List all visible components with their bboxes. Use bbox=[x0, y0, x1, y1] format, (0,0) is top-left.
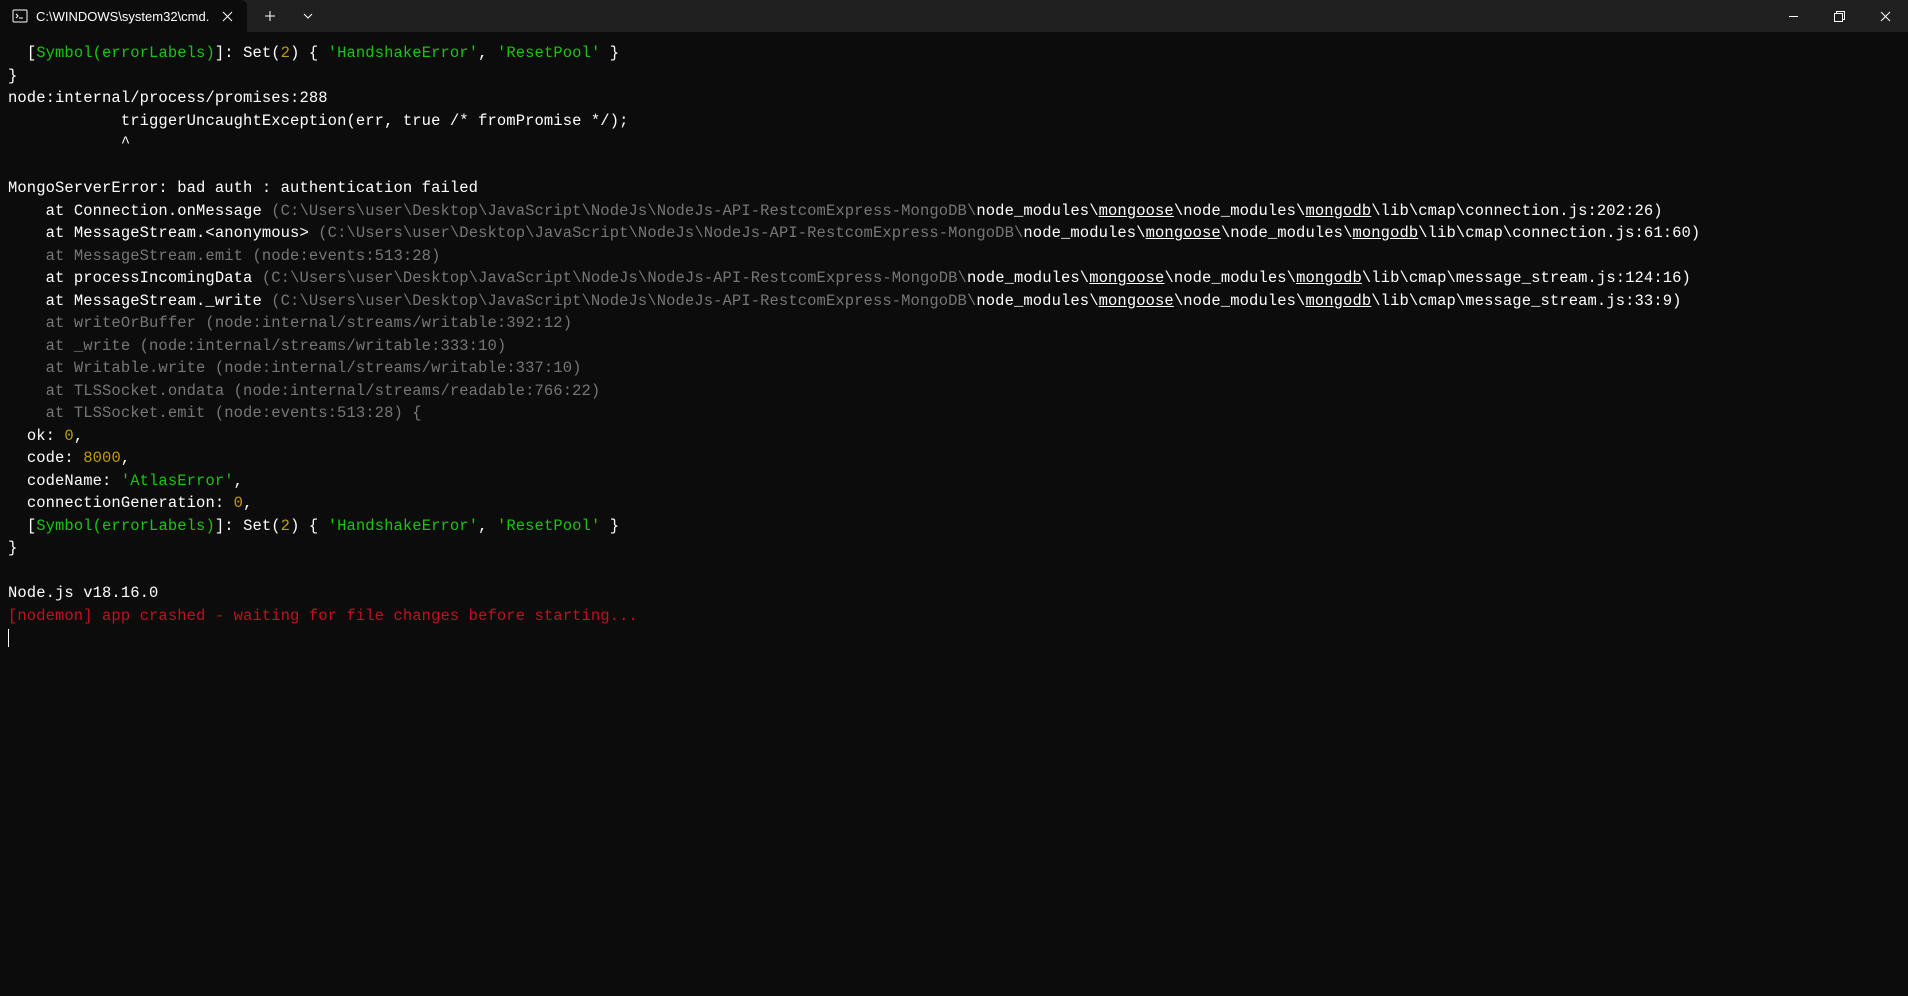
stack-line-dim: at writeOrBuffer (node:internal/streams/… bbox=[8, 314, 572, 332]
path-link: mongodb bbox=[1352, 224, 1418, 242]
path-link: mongoose bbox=[1099, 292, 1174, 310]
stack-at: at processIncomingData bbox=[8, 269, 262, 287]
stack-line-dim: at TLSSocket.emit (node:events:513:28) { bbox=[8, 404, 422, 422]
number: 8000 bbox=[83, 449, 121, 467]
text: ]: Set( bbox=[215, 44, 281, 62]
string: 'ResetPool' bbox=[497, 44, 600, 62]
node-version: Node.js v18.16.0 bbox=[8, 584, 158, 602]
string: 'AtlasError' bbox=[121, 472, 234, 490]
path-bold: \lib\cmap\message_stream.js:124:16) bbox=[1362, 269, 1691, 287]
path-bold: node_modules\ bbox=[967, 269, 1089, 287]
string: 'HandshakeError' bbox=[328, 517, 478, 535]
stack-line: triggerUncaughtException(err, true /* fr… bbox=[8, 112, 629, 130]
brace: } bbox=[8, 67, 17, 85]
window-controls bbox=[1770, 11, 1908, 22]
number: 0 bbox=[64, 427, 73, 445]
error-heading: MongoServerError: bad auth : authenticat… bbox=[8, 179, 478, 197]
stack-at: at MessageStream._write bbox=[8, 292, 271, 310]
stack-line-dim: at MessageStream.emit (node:events:513:2… bbox=[8, 247, 440, 265]
path-link: mongoose bbox=[1089, 269, 1164, 287]
cmd-icon bbox=[12, 8, 28, 24]
comma: , bbox=[121, 449, 130, 467]
text: , bbox=[478, 517, 497, 535]
path-link: mongodb bbox=[1305, 292, 1371, 310]
tabstrip bbox=[247, 0, 1908, 32]
path: (C:\Users\user\Desktop\JavaScript\NodeJs… bbox=[271, 292, 976, 310]
path-bold: \node_modules\ bbox=[1164, 269, 1296, 287]
path: (C:\Users\user\Desktop\JavaScript\NodeJs… bbox=[318, 224, 1023, 242]
text: ]: Set( bbox=[215, 517, 281, 535]
prop-key: codeName: bbox=[8, 472, 121, 490]
symbol-label: Symbol(errorLabels) bbox=[36, 44, 215, 62]
path-bold: \node_modules\ bbox=[1174, 292, 1306, 310]
stack-line-dim: at TLSSocket.ondata (node:internal/strea… bbox=[8, 382, 600, 400]
brace: } bbox=[8, 539, 17, 557]
path-link: mongoose bbox=[1146, 224, 1221, 242]
prop-key: connectionGeneration: bbox=[8, 494, 234, 512]
path-bold: node_modules\ bbox=[976, 202, 1098, 220]
number: 2 bbox=[281, 44, 290, 62]
text: } bbox=[600, 44, 619, 62]
path: (C:\Users\user\Desktop\JavaScript\NodeJs… bbox=[271, 202, 976, 220]
stack-line-dim: at Writable.write (node:internal/streams… bbox=[8, 359, 582, 377]
terminal-tab[interactable]: C:\WINDOWS\system32\cmd. bbox=[0, 0, 247, 32]
string: 'HandshakeError' bbox=[328, 44, 478, 62]
comma: , bbox=[243, 494, 252, 512]
maximize-button[interactable] bbox=[1816, 11, 1862, 22]
prop-key: code: bbox=[8, 449, 83, 467]
path-bold: \lib\cmap\connection.js:202:26) bbox=[1371, 202, 1662, 220]
path-link: mongoose bbox=[1099, 202, 1174, 220]
text: } bbox=[600, 517, 619, 535]
stack-line: ^ bbox=[8, 134, 130, 152]
nodemon-crash: [nodemon] app crashed - waiting for file… bbox=[8, 607, 638, 625]
tab-close-button[interactable] bbox=[217, 6, 237, 26]
tab-title: C:\WINDOWS\system32\cmd. bbox=[36, 9, 209, 24]
brace: [ bbox=[8, 517, 36, 535]
path-bold: \node_modules\ bbox=[1221, 224, 1353, 242]
window-titlebar: C:\WINDOWS\system32\cmd. bbox=[0, 0, 1908, 32]
text: , bbox=[478, 44, 497, 62]
path-bold: \lib\cmap\message_stream.js:33:9) bbox=[1371, 292, 1681, 310]
path-bold: node_modules\ bbox=[1023, 224, 1145, 242]
comma: , bbox=[234, 472, 243, 490]
path-bold: \lib\cmap\connection.js:61:60) bbox=[1418, 224, 1700, 242]
minimize-button[interactable] bbox=[1770, 11, 1816, 22]
new-tab-button[interactable] bbox=[253, 2, 287, 30]
brace: [ bbox=[8, 44, 36, 62]
comma: , bbox=[74, 427, 83, 445]
path-bold: \node_modules\ bbox=[1174, 202, 1306, 220]
terminal-output[interactable]: [Symbol(errorLabels)]: Set(2) { 'Handsha… bbox=[0, 32, 1908, 654]
text: ) { bbox=[290, 517, 328, 535]
string: 'ResetPool' bbox=[497, 517, 600, 535]
number: 0 bbox=[234, 494, 243, 512]
path: (C:\Users\user\Desktop\JavaScript\NodeJs… bbox=[262, 269, 967, 287]
cursor bbox=[8, 629, 9, 647]
path-link: mongodb bbox=[1296, 269, 1362, 287]
number: 2 bbox=[281, 517, 290, 535]
symbol-label: Symbol(errorLabels) bbox=[36, 517, 215, 535]
stack-at: at MessageStream.<anonymous> bbox=[8, 224, 318, 242]
text: ) { bbox=[290, 44, 328, 62]
path-bold: node_modules\ bbox=[976, 292, 1098, 310]
tab-dropdown-button[interactable] bbox=[291, 2, 325, 30]
stack-line: node:internal/process/promises:288 bbox=[8, 89, 328, 107]
path-link: mongodb bbox=[1305, 202, 1371, 220]
stack-line-dim: at _write (node:internal/streams/writabl… bbox=[8, 337, 506, 355]
close-button[interactable] bbox=[1862, 11, 1908, 22]
stack-at: at Connection.onMessage bbox=[8, 202, 271, 220]
prop-key: ok: bbox=[8, 427, 64, 445]
